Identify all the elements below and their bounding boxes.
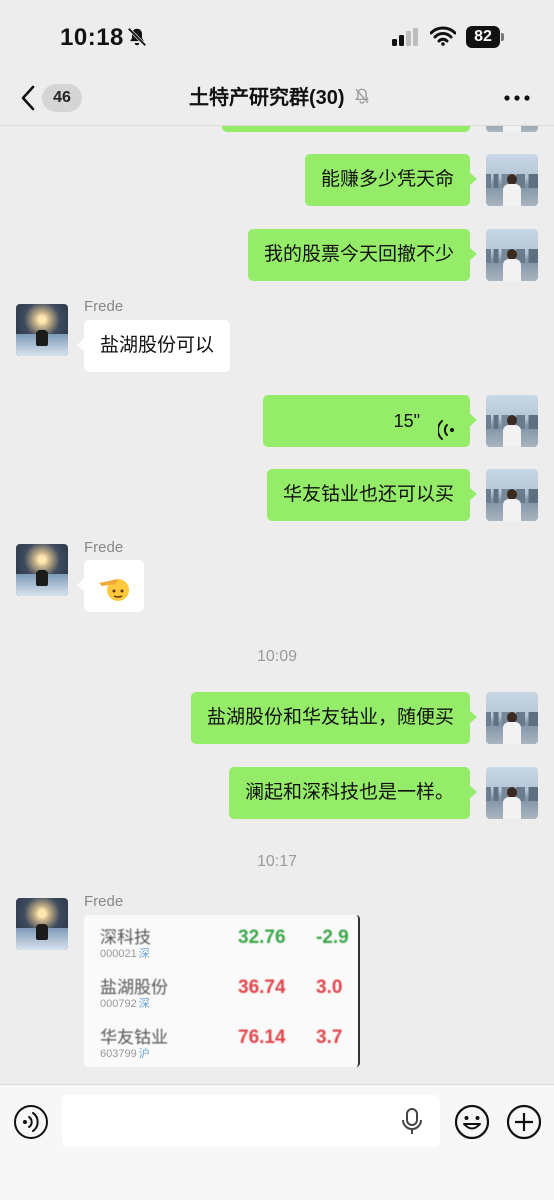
chevron-left-icon bbox=[21, 85, 35, 111]
stock-row: 华友钴业 603799 沪 76.14 3.7 bbox=[84, 1017, 358, 1067]
voice-duration: 15" bbox=[393, 411, 420, 431]
cellular-signal-icon bbox=[392, 28, 420, 51]
message-bubble-incoming[interactable] bbox=[77, 560, 144, 612]
emoji-button[interactable] bbox=[453, 1103, 491, 1146]
ellipsis-icon bbox=[504, 95, 530, 101]
sender-name: Frede bbox=[84, 893, 124, 910]
voice-input-toggle[interactable] bbox=[13, 1104, 49, 1145]
message-input-bar bbox=[0, 1084, 554, 1200]
stock-screenshot-image[interactable]: 深科技 000021 深 32.76 -2.9 盐湖股份 000792 深 36.7… bbox=[84, 915, 360, 1067]
chat-title-area[interactable]: 土特产研究群(30) bbox=[130, 84, 430, 112]
muted-bell-icon bbox=[353, 87, 371, 110]
chat-title: 土特产研究群(30) bbox=[188, 87, 345, 109]
message-bubble-outgoing[interactable]: 澜起和深科技也是一样。 bbox=[228, 767, 478, 819]
timestamp-divider: 10:17 bbox=[256, 853, 298, 870]
avatar-frede[interactable] bbox=[16, 544, 68, 596]
avatar-self[interactable] bbox=[486, 469, 538, 521]
message-input[interactable] bbox=[62, 1095, 440, 1147]
back-button[interactable] bbox=[18, 84, 38, 112]
battery-icon: 82 bbox=[466, 26, 506, 48]
message-bubble-outgoing[interactable]: 我的股票今天回撤不少 bbox=[247, 229, 478, 281]
sender-name: Frede bbox=[84, 298, 124, 315]
stock-row: 深科技 000021 深 32.76 -2.9 bbox=[84, 917, 358, 967]
stock-price: 36.74 bbox=[238, 977, 286, 998]
message-bubble-partial[interactable] bbox=[222, 126, 470, 132]
avatar-frede[interactable] bbox=[16, 304, 68, 356]
message-bubble-outgoing[interactable]: 盐湖股份和华友钴业，随便买 bbox=[190, 692, 478, 744]
stock-change: 3.0 bbox=[316, 977, 343, 998]
plus-circle-icon bbox=[506, 1104, 542, 1140]
wifi-icon bbox=[429, 26, 457, 51]
unread-count-badge[interactable]: 46 bbox=[42, 84, 82, 112]
stock-row: 盐湖股份 000792 深 36.74 3.0 bbox=[84, 967, 358, 1017]
battery-level: 82 bbox=[466, 26, 500, 48]
voice-message-bubble[interactable]: 15" bbox=[263, 395, 477, 447]
stock-code: 603799 沪 bbox=[100, 1048, 150, 1060]
chat-message-list[interactable]: 能赚多少凭天命 我的股票今天回撤不少 Frede 盐湖股份可以 15" 华友钴业… bbox=[0, 126, 554, 1084]
voice-mode-icon bbox=[14, 1105, 48, 1139]
more-options-button[interactable] bbox=[500, 88, 534, 108]
avatar-self[interactable] bbox=[486, 692, 538, 744]
stock-price: 32.76 bbox=[238, 927, 286, 948]
more-actions-button[interactable] bbox=[505, 1103, 543, 1146]
chat-header: 46 土特产研究群(30) bbox=[0, 70, 554, 126]
microphone-icon[interactable] bbox=[401, 1107, 423, 1140]
stock-price: 76.14 bbox=[238, 1027, 286, 1048]
avatar-frede[interactable] bbox=[16, 898, 68, 950]
stock-code: 000021 深 bbox=[100, 948, 150, 960]
avatar-self[interactable] bbox=[486, 154, 538, 206]
stock-code: 000792 深 bbox=[100, 998, 150, 1010]
bell-off-icon bbox=[126, 26, 148, 53]
status-time: 10:18 bbox=[60, 24, 124, 51]
avatar-self[interactable] bbox=[486, 126, 538, 132]
smiley-icon bbox=[454, 1104, 490, 1140]
voice-wave-icon bbox=[436, 410, 456, 462]
message-bubble-outgoing[interactable]: 能赚多少凭天命 bbox=[304, 154, 478, 206]
salute-emoji bbox=[99, 579, 129, 602]
sender-name: Frede bbox=[84, 539, 124, 556]
timestamp-divider: 10:09 bbox=[256, 648, 298, 665]
status-bar: 10:18 82 bbox=[0, 0, 554, 70]
message-bubble-outgoing[interactable]: 华友钴业也还可以买 bbox=[266, 469, 478, 521]
message-bubble-incoming[interactable]: 盐湖股份可以 bbox=[76, 320, 231, 372]
stock-change: -2.9 bbox=[316, 927, 349, 948]
avatar-self[interactable] bbox=[486, 229, 538, 281]
avatar-self[interactable] bbox=[486, 395, 538, 447]
stock-change: 3.7 bbox=[316, 1027, 343, 1048]
avatar-self[interactable] bbox=[486, 767, 538, 819]
